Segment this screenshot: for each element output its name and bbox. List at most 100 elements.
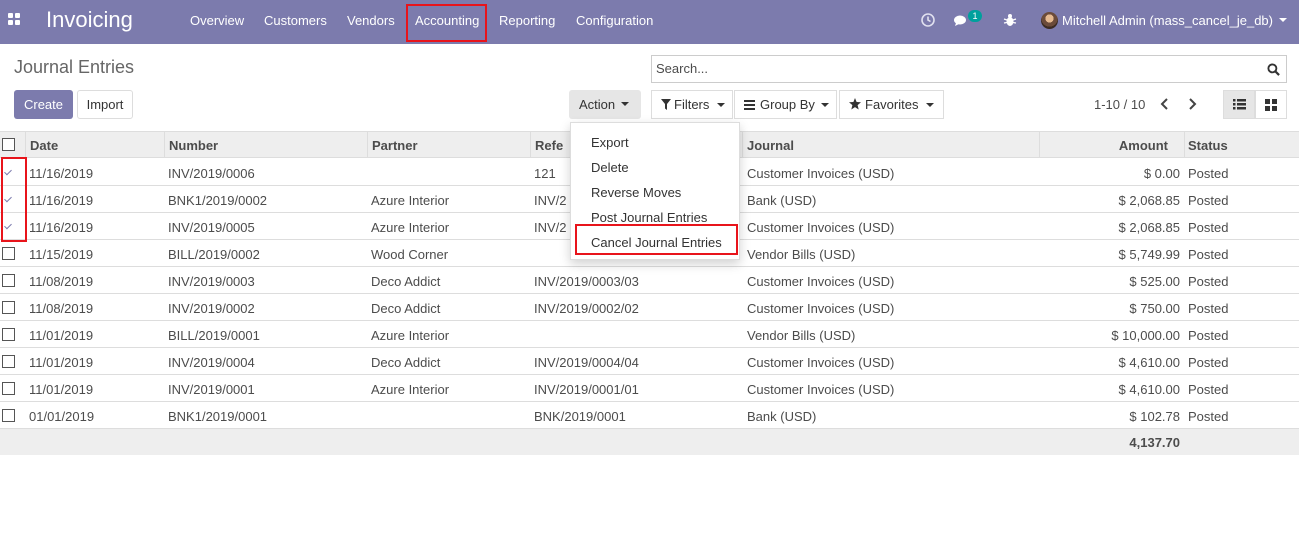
cell-date: 11/16/2019 (29, 220, 94, 235)
cell-journal: Customer Invoices (USD) (747, 355, 895, 370)
cell-status: Posted (1188, 220, 1229, 235)
column-journal[interactable]: Journal (747, 138, 794, 153)
table-row[interactable]: 11/01/2019 INV/2019/0001 Azure Interior INV… (0, 375, 1299, 402)
row-checkbox[interactable] (2, 301, 15, 314)
cell-journal: Customer Invoices (USD) (747, 220, 895, 235)
cell-amount: $ 4,610.00 (1118, 355, 1180, 370)
kanban-view-button[interactable] (1255, 90, 1287, 119)
row-checkbox[interactable] (2, 409, 15, 422)
select-all-checkbox[interactable] (2, 138, 15, 151)
favorites-button[interactable]: Favorites (839, 90, 944, 119)
user-menu[interactable]: Mitchell Admin (mass_cancel_je_db) (1062, 13, 1273, 28)
create-button[interactable]: Create (14, 90, 73, 119)
cell-partner: Azure Interior (371, 220, 450, 235)
cell-number: INV/2019/0003 (168, 274, 255, 289)
cell-date: 11/16/2019 (29, 193, 94, 208)
menu-item-post-journal-entries[interactable]: Post Journal Entries (591, 210, 707, 225)
chevron-left-icon[interactable] (1158, 95, 1172, 113)
cell-date: 11/15/2019 (29, 247, 94, 262)
search-input[interactable] (656, 61, 1246, 76)
row-checkbox[interactable] (2, 328, 15, 341)
cell-status: Posted (1188, 274, 1229, 289)
menu-configuration[interactable]: Configuration (576, 13, 653, 28)
group-by-label: Group By (760, 97, 815, 112)
cell-date: 11/01/2019 (29, 328, 94, 343)
cell-partner: Deco Addict (371, 301, 441, 316)
cell-partner: Deco Addict (371, 274, 441, 289)
table-row[interactable]: 01/01/2019 BNK1/2019/0001 BNK/2019/0001 Ban… (0, 402, 1299, 429)
bug-icon[interactable] (1002, 12, 1018, 28)
cell-journal: Vendor Bills (USD) (747, 328, 856, 343)
row-checkbox[interactable] (2, 274, 15, 287)
table-row[interactable]: 11/08/2019 INV/2019/0002 Deco Addict INV/20… (0, 294, 1299, 321)
column-status[interactable]: Status (1188, 138, 1228, 153)
cell-amount: $ 525.00 (1129, 274, 1180, 289)
cell-number: BNK1/2019/0001 (168, 409, 268, 424)
row-checkbox[interactable] (2, 382, 15, 395)
favorites-label: Favorites (865, 97, 919, 112)
menu-vendors[interactable]: Vendors (347, 13, 395, 28)
table-row[interactable]: 11/01/2019 INV/2019/0004 Deco Addict INV/20… (0, 348, 1299, 375)
cell-reference: INV/2019/0002/02 (534, 301, 639, 316)
table-row[interactable]: 11/01/2019 BILL/2019/0001 Azure Interior Ve… (0, 321, 1299, 348)
list-view-button[interactable] (1223, 90, 1255, 119)
column-partner[interactable]: Partner (372, 138, 418, 153)
cell-status: Posted (1188, 409, 1229, 424)
import-button[interactable]: Import (77, 90, 133, 119)
menu-item-export[interactable]: Export (591, 135, 629, 150)
cell-date: 01/01/2019 (29, 409, 95, 424)
cell-journal: Customer Invoices (USD) (747, 382, 895, 397)
apps-icon[interactable] (8, 13, 22, 27)
selected-rows-highlight-box (1, 157, 27, 242)
accounting-highlight-box (406, 4, 487, 42)
cell-journal: Bank (USD) (747, 409, 817, 424)
cell-number: INV/2019/0002 (168, 301, 255, 316)
cell-status: Posted (1188, 247, 1229, 262)
filters-button[interactable]: Filters (651, 90, 733, 119)
chevron-down-icon (621, 102, 629, 106)
group-by-icon (744, 100, 755, 110)
cell-status: Posted (1188, 166, 1229, 181)
cell-reference: 121 (534, 166, 556, 181)
action-label: Action (579, 97, 616, 112)
chat-icon[interactable] (953, 12, 969, 28)
kanban-icon (1265, 99, 1277, 111)
column-date[interactable]: Date (30, 138, 58, 153)
cell-amount: $ 2,068.85 (1118, 193, 1180, 208)
group-by-button[interactable]: Group By (734, 90, 837, 119)
cell-journal: Bank (USD) (747, 193, 817, 208)
menu-overview[interactable]: Overview (190, 13, 244, 28)
column-number[interactable]: Number (169, 138, 218, 153)
cell-amount: $ 750.00 (1129, 301, 1180, 316)
avatar[interactable] (1041, 12, 1058, 29)
menu-customers[interactable]: Customers (264, 13, 327, 28)
column-reference[interactable]: Refe (535, 138, 563, 153)
cell-amount: $ 5,749.99 (1118, 247, 1180, 262)
cell-status: Posted (1188, 193, 1229, 208)
row-checkbox[interactable] (2, 247, 15, 260)
cell-partner: Azure Interior (371, 328, 450, 343)
chevron-right-icon[interactable] (1185, 95, 1199, 113)
menu-item-reverse-moves[interactable]: Reverse Moves (591, 185, 681, 200)
pager-value[interactable]: 1-10 / 10 (1094, 97, 1145, 112)
cell-journal: Customer Invoices (USD) (747, 274, 895, 289)
cell-partner: Azure Interior (371, 193, 450, 208)
search-bar[interactable] (651, 55, 1287, 83)
cell-journal: Customer Invoices (USD) (747, 166, 895, 181)
table-row[interactable]: 11/08/2019 INV/2019/0003 Deco Addict INV/20… (0, 267, 1299, 294)
list-icon (1233, 99, 1246, 110)
row-checkbox[interactable] (2, 355, 15, 368)
action-button[interactable]: Action (569, 90, 641, 119)
column-amount[interactable]: Amount (1048, 138, 1168, 153)
chevron-down-icon (926, 103, 934, 107)
cell-amount: $ 4,610.00 (1118, 382, 1180, 397)
cell-reference: INV/2019/0001/01 (534, 382, 639, 397)
menu-reporting[interactable]: Reporting (499, 13, 555, 28)
menu-item-delete[interactable]: Delete (591, 160, 629, 175)
cell-number: INV/2019/0001 (168, 382, 255, 397)
clock-icon[interactable] (920, 12, 936, 28)
cell-status: Posted (1188, 301, 1229, 316)
cell-number: BNK1/2019/0002 (168, 193, 268, 208)
cell-amount: $ 0.00 (1143, 166, 1180, 181)
search-icon[interactable] (1267, 63, 1280, 76)
